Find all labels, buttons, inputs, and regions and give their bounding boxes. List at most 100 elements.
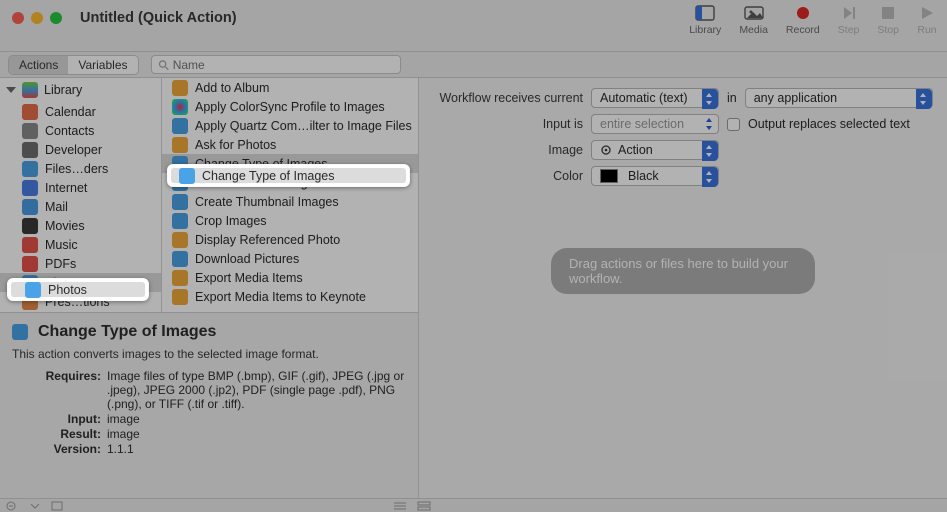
action-item[interactable]: Create Thumbnail Images bbox=[162, 192, 418, 211]
action-icon bbox=[172, 137, 188, 153]
input-is-popup: entire selection bbox=[591, 114, 719, 134]
info-pane: Change Type of Images This action conver… bbox=[0, 312, 419, 498]
preview-icon bbox=[179, 168, 195, 184]
library-icon bbox=[22, 82, 38, 98]
workflow-canvas[interactable]: Workflow receives current Automatic (tex… bbox=[419, 78, 947, 498]
photos-icon bbox=[25, 282, 41, 298]
titlebar: Untitled (Quick Action) Library Media Re… bbox=[0, 0, 947, 52]
sidebar-item-label: Mail bbox=[45, 200, 68, 214]
color-swatch bbox=[600, 169, 618, 183]
info-title-row: Change Type of Images bbox=[12, 323, 406, 341]
action-item-label: Apply Quartz Com…ilter to Image Files bbox=[195, 119, 412, 133]
sidebar-item-label: Internet bbox=[45, 181, 87, 195]
action-item[interactable]: Crop Images bbox=[162, 211, 418, 230]
info-result-value: image bbox=[107, 427, 406, 441]
zoom-icon[interactable] bbox=[50, 12, 62, 24]
receives-popup[interactable]: Automatic (text) bbox=[591, 88, 719, 108]
info-requires-label: Requires: bbox=[12, 369, 107, 411]
action-item-label: Ask for Photos bbox=[195, 138, 276, 152]
sidebar-item-label: Movies bbox=[45, 219, 85, 233]
action-item-label: Export Media Items bbox=[195, 271, 303, 285]
output-replaces-label: Output replaces selected text bbox=[748, 117, 910, 131]
toolbar-library[interactable]: Library bbox=[689, 4, 721, 36]
window-title: Untitled (Quick Action) bbox=[80, 10, 237, 26]
action-item[interactable]: Apply Quartz Com…ilter to Image Files bbox=[162, 116, 418, 135]
action-item-label: Add to Album bbox=[195, 81, 269, 95]
flow-view-icon[interactable] bbox=[417, 501, 431, 511]
output-replaces-checkbox[interactable] bbox=[727, 118, 740, 131]
toolbar-run: Run bbox=[917, 4, 937, 36]
search-icon bbox=[158, 59, 169, 71]
category-icon bbox=[22, 199, 38, 215]
action-icon bbox=[172, 118, 188, 134]
sidebar-item-label: PDFs bbox=[45, 257, 76, 271]
info-version-label: Version: bbox=[12, 442, 107, 456]
info-title: Change Type of Images bbox=[38, 323, 216, 341]
action-item[interactable]: Ask for Photos bbox=[162, 135, 418, 154]
tab-actions[interactable]: Actions bbox=[9, 56, 68, 74]
chevron-down-icon[interactable] bbox=[28, 501, 42, 511]
sidebar-item[interactable]: Contacts bbox=[0, 121, 161, 140]
info-requires-value: Image files of type BMP (.bmp), GIF (.gi… bbox=[107, 369, 406, 411]
action-icon bbox=[172, 194, 188, 210]
toolbar-record[interactable]: Record bbox=[786, 4, 820, 36]
action-item[interactable]: Apply ColorSync Profile to Images bbox=[162, 97, 418, 116]
workflow-config: Workflow receives current Automatic (tex… bbox=[419, 78, 947, 202]
category-icon bbox=[22, 218, 38, 234]
sidebar-item[interactable]: Developer bbox=[0, 140, 161, 159]
action-item-label: Create Thumbnail Images bbox=[195, 195, 339, 209]
toolbar-media[interactable]: Media bbox=[739, 4, 768, 36]
action-item-label: Display Referenced Photo bbox=[195, 233, 340, 247]
action-icon bbox=[172, 251, 188, 267]
action-item[interactable]: Export Media Items to Keynote bbox=[162, 287, 418, 306]
info-version-value: 1.1.1 bbox=[107, 442, 406, 456]
close-icon[interactable] bbox=[12, 12, 24, 24]
media-icon bbox=[744, 4, 764, 22]
color-popup[interactable]: Black bbox=[591, 166, 719, 186]
sidebar-item-label: Developer bbox=[45, 143, 102, 157]
sidebar-item[interactable]: Calendar bbox=[0, 102, 161, 121]
minimize-icon[interactable] bbox=[31, 12, 43, 24]
actions-list: Add to Album Apply ColorSync Profile to I… bbox=[162, 78, 418, 306]
toolbar-run-label: Run bbox=[917, 24, 936, 36]
sidebar-item[interactable]: Mail bbox=[0, 197, 161, 216]
image-label: Image bbox=[433, 143, 583, 157]
sidebar-item[interactable]: PDFs bbox=[0, 254, 161, 273]
run-icon bbox=[917, 4, 937, 22]
sidebar-item-label: Contacts bbox=[45, 124, 94, 138]
panel-icon[interactable] bbox=[50, 501, 64, 511]
highlight-action-change-type: Change Type of Images bbox=[167, 164, 410, 187]
highlight-library-photos: Photos bbox=[7, 278, 149, 301]
action-item-label: Download Pictures bbox=[195, 252, 299, 266]
toolbar-record-label: Record bbox=[786, 24, 820, 36]
window-controls bbox=[12, 12, 62, 24]
sidebar-item-label: Files…ders bbox=[45, 162, 108, 176]
category-icon bbox=[22, 256, 38, 272]
sidebar-item[interactable]: Internet bbox=[0, 178, 161, 197]
minus-icon[interactable] bbox=[6, 501, 20, 511]
action-item-label: Crop Images bbox=[195, 214, 267, 228]
list-view-icon[interactable] bbox=[393, 501, 407, 511]
sidebar-item[interactable]: Movies bbox=[0, 216, 161, 235]
action-item[interactable]: Add to Album bbox=[162, 78, 418, 97]
category-icon bbox=[22, 180, 38, 196]
search-field[interactable] bbox=[151, 55, 401, 74]
image-popup[interactable]: Action bbox=[591, 140, 719, 160]
action-item[interactable]: Download Pictures bbox=[162, 249, 418, 268]
bottom-strip bbox=[0, 498, 947, 512]
record-icon bbox=[793, 4, 813, 22]
sidebar-item[interactable]: Music bbox=[0, 235, 161, 254]
filter-bar: Actions Variables bbox=[0, 52, 947, 78]
library-header[interactable]: Library bbox=[0, 78, 161, 102]
sidebar-item[interactable]: Files…ders bbox=[0, 159, 161, 178]
search-input[interactable] bbox=[173, 58, 394, 72]
category-icon bbox=[22, 161, 38, 177]
sidebar-item-label: Calendar bbox=[45, 105, 96, 119]
action-item[interactable]: Export Media Items bbox=[162, 268, 418, 287]
action-item[interactable]: Display Referenced Photo bbox=[162, 230, 418, 249]
sidebar-item-label: Music bbox=[45, 238, 78, 252]
action-icon bbox=[172, 270, 188, 286]
in-app-popup[interactable]: any application bbox=[745, 88, 933, 108]
stop-icon bbox=[878, 4, 898, 22]
tab-variables[interactable]: Variables bbox=[68, 56, 137, 74]
